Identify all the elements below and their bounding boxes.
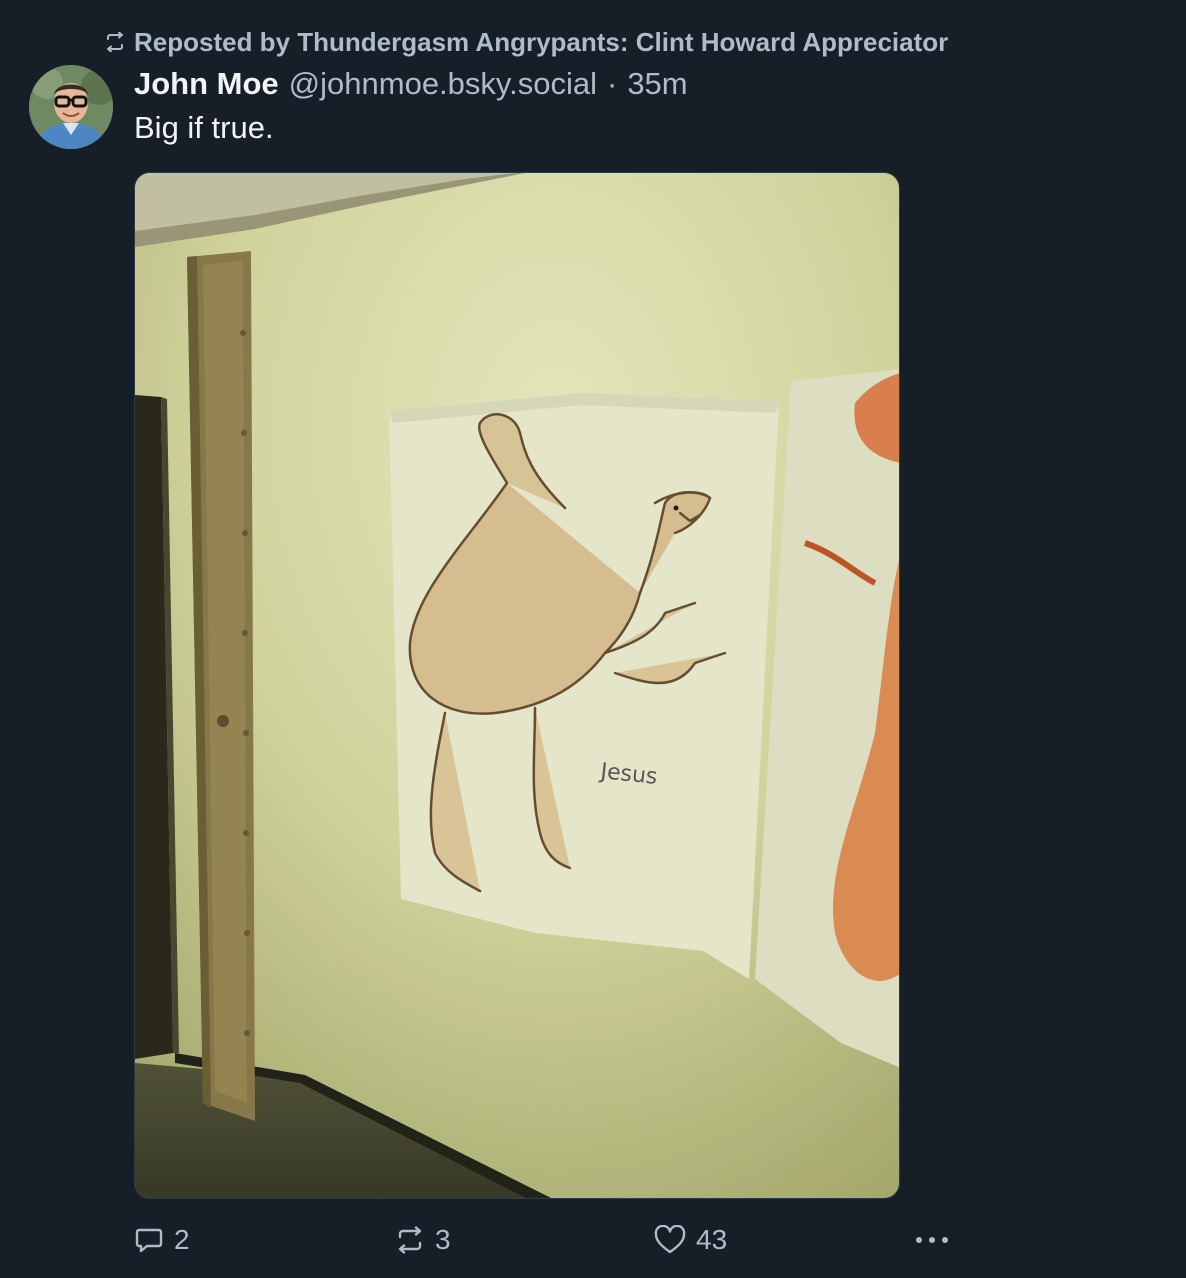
reply-count: 2	[174, 1224, 190, 1255]
post-timestamp[interactable]: 35m	[627, 66, 687, 102]
reply-button[interactable]: 2	[134, 1220, 190, 1260]
author-handle[interactable]: @johnmoe.bsky.social	[289, 66, 597, 102]
repost-button[interactable]: 3	[395, 1220, 451, 1260]
post-actions: 2 3 43	[0, 1220, 1186, 1260]
post-text: Big if true.	[134, 110, 274, 145]
like-count: 43	[696, 1224, 728, 1255]
more-icon	[914, 1235, 950, 1245]
author-display-name[interactable]: John Moe	[134, 66, 279, 102]
repost-icon	[104, 32, 126, 52]
like-button[interactable]: 43	[654, 1220, 727, 1260]
avatar[interactable]	[29, 65, 113, 149]
repost-action-icon	[395, 1226, 425, 1254]
repost-count: 3	[435, 1224, 451, 1255]
post-image[interactable]: Jesus	[134, 172, 900, 1199]
post-container[interactable]: Reposted by Thundergasm Angrypants: Clin…	[0, 0, 1186, 1278]
repost-label[interactable]: Reposted by Thundergasm Angrypants: Clin…	[134, 27, 948, 58]
header-separator: ·	[606, 66, 618, 101]
post-header: John Moe @johnmoe.bsky.social · 35m	[134, 64, 688, 104]
repost-banner[interactable]: Reposted by Thundergasm Angrypants: Clin…	[104, 26, 948, 58]
reply-icon	[134, 1225, 164, 1255]
heart-icon	[654, 1225, 686, 1255]
more-options-button[interactable]	[914, 1220, 950, 1260]
